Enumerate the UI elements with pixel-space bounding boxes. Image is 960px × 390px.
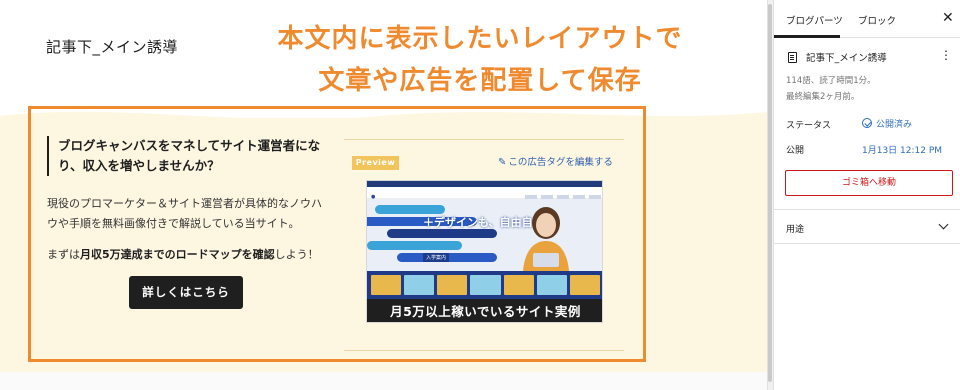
usage-section[interactable]: 用途 [774, 210, 960, 244]
cta-button[interactable]: 詳しくはこちら [129, 276, 243, 309]
more-options-icon[interactable]: ⋮ [940, 48, 952, 62]
ad-caption: 月5万以上稼いでいるサイト実例 [367, 299, 602, 322]
roadmap-text[interactable]: まずは月収5万達成までのロードマップを確認しよう！ [47, 246, 337, 264]
settings-sidebar: ブログパーツ ブロック ✕ 記事下_メイン誘導 ⋮ 114語、読了時間1分。 最… [773, 0, 960, 390]
check-circle-icon [862, 118, 872, 128]
person-illustration [523, 207, 569, 271]
tab-blog-parts[interactable]: ブログパーツ [786, 13, 843, 27]
close-icon[interactable]: ✕ [942, 10, 954, 26]
block-description[interactable]: 現役のプロマーケター＆サイト運営者が具体的なノウハウや手順を無料画像付きで解説し… [47, 194, 330, 234]
meta-word-count: 114語、読了時間1分。 [786, 76, 876, 86]
edit-ad-tag-link[interactable]: ✎ この広告タグを編集する [498, 154, 613, 168]
block-heading[interactable]: ブログキャンバスをマネしてサイト運営者になり、収入を増やしませんか？ [58, 136, 330, 176]
roadmap-bold: 月収5万達成までのロードマップを確認 [80, 248, 275, 261]
pencil-icon: ✎ [498, 157, 507, 168]
preview-badge: Preview [352, 156, 399, 170]
canvas-bottom [0, 372, 767, 390]
tab-block[interactable]: ブロック [858, 13, 896, 27]
move-to-trash-button[interactable]: ゴミ箱へ移動 [785, 170, 953, 196]
heading-accent-bar [47, 136, 49, 176]
publish-date[interactable]: 1月13日 12:12 PM [862, 143, 942, 156]
ad-shot-hero: ＋デザインも、自由自在。 入学案内 [367, 199, 602, 271]
status-value-text: 公開済み [876, 120, 913, 130]
chevron-down-icon[interactable] [938, 219, 949, 230]
document-icon [788, 52, 797, 63]
publish-label: 公開 [786, 146, 805, 156]
ad-shot-nav: ● [367, 187, 602, 200]
annotation-text-1: 本文内に表示したいレイアウトで [277, 24, 683, 54]
post-title[interactable]: 記事下_メイン誘導 [46, 36, 178, 57]
canvas-scrollbar-thumb[interactable] [768, 4, 772, 382]
roadmap-prefix: まずは [47, 248, 80, 261]
status-label: ステータス [786, 121, 832, 131]
annotation-line-1: 本文内に表示したいレイアウトで [160, 18, 767, 55]
annotation-text-2: 文章や広告を配置して保存 [318, 66, 642, 96]
ad-shot-cards [367, 271, 602, 299]
roadmap-suffix: しよう！ [274, 248, 319, 261]
annotation-line-2: 文章や広告を配置して保存 [160, 60, 767, 97]
ad-hero-small: 入学案内 [423, 253, 450, 262]
editor-canvas: 記事下_メイン誘導 ブログキャンバスをマネしてサイト運営者になり、収入を増やしま… [0, 0, 767, 390]
edit-ad-tag-label: この広告タグを編集する [508, 157, 613, 168]
meta-last-edited: 最終編集2ヶ月前。 [786, 92, 860, 102]
usage-label: 用途 [786, 225, 805, 235]
ad-screenshot: ● ＋デザインも、自由自在。 入学案内 月5万以上稼いでいるサイト実例 [366, 180, 603, 323]
status-value[interactable]: 公開済み [862, 117, 912, 130]
sidebar-tabs: ブログパーツ ブロック ✕ [774, 0, 960, 38]
block-card-title: 記事下_メイン誘導 [806, 53, 887, 64]
